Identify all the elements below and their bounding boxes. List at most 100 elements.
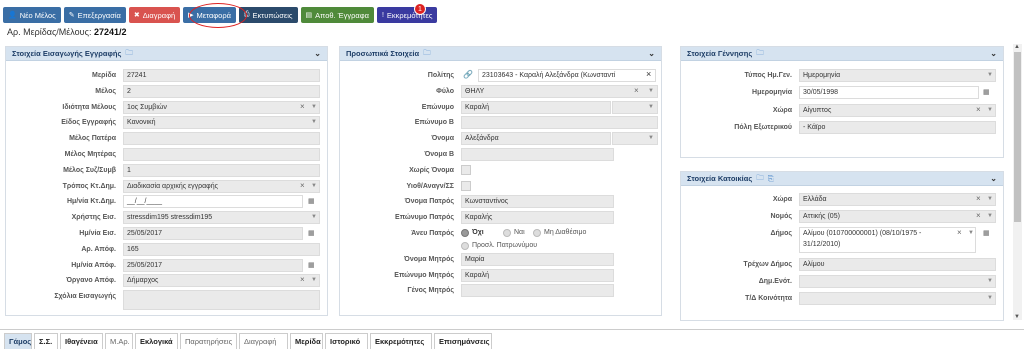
tab-10[interactable]: Επισημάνσεις	[434, 333, 492, 349]
link-icon[interactable]: 🔗	[463, 70, 473, 79]
clear-icon[interactable]: ×	[300, 102, 305, 111]
radio-button[interactable]	[461, 242, 469, 250]
field-value[interactable]: 27241	[123, 69, 320, 82]
tab-9[interactable]: Εκκρεμότητες	[370, 333, 432, 349]
caret-down-icon[interactable]: ▼	[987, 295, 993, 301]
field-value[interactable]: Καραλή	[461, 268, 614, 282]
field-value[interactable]: Αλίμου	[799, 258, 996, 271]
tab-8[interactable]: Ιστορικό	[325, 333, 368, 349]
field-value[interactable]: 25/05/2017	[123, 258, 303, 272]
saved-documents-button[interactable]: ▤ Αποθ. Έγγραφα	[300, 7, 374, 23]
caret-down-icon[interactable]: ▼	[968, 230, 974, 236]
chevron-down-icon[interactable]: ⌄	[648, 49, 655, 58]
field-value[interactable]: 165	[123, 242, 320, 256]
field-value[interactable]	[461, 116, 658, 130]
caret-down-icon[interactable]: ▼	[987, 196, 993, 202]
field-value[interactable]: stressdim195 stressdim195	[123, 211, 320, 225]
field-value[interactable]: 23103643 - Καραλή Αλεξάνδρα (Κωνσταντί	[478, 69, 656, 82]
field-value[interactable]: Κανονική	[123, 116, 320, 130]
caret-down-icon[interactable]: ▼	[311, 277, 317, 283]
field-value[interactable]	[461, 148, 614, 161]
caret-down-icon[interactable]: ▼	[311, 214, 317, 220]
radio-button[interactable]	[533, 229, 541, 237]
calendar-icon[interactable]: ▦	[308, 229, 315, 237]
field-value[interactable]: Κωνσταντίνος	[461, 195, 614, 209]
field-value[interactable]	[123, 148, 320, 161]
chevron-down-icon[interactable]: ⌄	[314, 49, 321, 58]
prints-button[interactable]: ⎙ Εκτυπώσεις	[238, 7, 298, 23]
tab-6[interactable]: Διαγραφή	[239, 333, 288, 349]
clear-icon[interactable]: ×	[976, 105, 981, 114]
clear-icon[interactable]: ×	[300, 181, 305, 190]
tab-7[interactable]: Μερίδα	[290, 333, 323, 349]
calendar-icon[interactable]: ▦	[308, 197, 315, 205]
tab-2[interactable]: Ιθαγένεια	[60, 333, 103, 349]
clear-icon[interactable]: ×	[646, 69, 651, 79]
clear-icon[interactable]: ×	[976, 211, 981, 220]
checkbox[interactable]	[461, 164, 471, 175]
field-value[interactable]: Καραλής	[461, 211, 614, 225]
field-value[interactable]: Ημερομηνία	[799, 69, 996, 82]
caret-down-icon[interactable]: ▼	[648, 135, 654, 141]
chevron-down-icon[interactable]: ⌄	[990, 49, 997, 58]
field-value[interactable]: __/__/____	[123, 195, 303, 209]
field-value[interactable]: Καραλή	[461, 100, 611, 114]
field-value[interactable]: 1ος Συμβιών	[123, 100, 320, 114]
field-value[interactable]: 2	[123, 84, 320, 98]
clear-icon[interactable]: ×	[976, 194, 981, 203]
field-value[interactable]: Δήμαρχος	[123, 274, 320, 288]
field-value[interactable]	[123, 132, 320, 146]
calendar-icon[interactable]: ▦	[983, 88, 990, 96]
radio-button[interactable]	[503, 229, 511, 237]
registration-panel-header[interactable]: Στοιχεία Εισαγωγής Εγγραφής 🗀 ⌄	[6, 47, 327, 61]
field-value[interactable]: Διαδικασία αρχικής εγγραφής	[123, 179, 320, 193]
field-value[interactable]: 25/05/2017	[123, 227, 303, 240]
tab-1[interactable]: Σ.Σ.	[34, 333, 58, 349]
field-value[interactable]: Αίγυπτος	[799, 103, 996, 117]
tab-5[interactable]: Παρατηρήσεις	[180, 333, 237, 349]
residence-panel-header[interactable]: Στοιχεία Κατοικίας 🗀 ⎘ ⌄	[681, 172, 1003, 186]
field-value[interactable]	[123, 290, 320, 311]
scrollbar[interactable]: ▲ ▼	[1013, 44, 1022, 320]
edit-button[interactable]: ✎ Επεξεργασία	[63, 7, 126, 23]
field-value[interactable]: 1	[123, 163, 320, 177]
tab-4[interactable]: Εκλογικά	[135, 333, 178, 349]
caret-down-icon[interactable]: ▼	[987, 213, 993, 219]
field-value[interactable]: Αλεξάνδρα	[461, 132, 611, 146]
radio-button[interactable]	[461, 229, 469, 237]
delete-button[interactable]: ✖ Διαγραφή	[128, 7, 181, 23]
field-value[interactable]: Αλίμου (010700000001) (08/10/1975 - 31/12…	[799, 227, 976, 253]
caret-down-icon[interactable]: ▼	[648, 88, 654, 94]
caret-down-icon[interactable]: ▼	[987, 72, 993, 78]
personal-panel-header[interactable]: Προσωπικά Στοιχεία 🗀 ⌄	[340, 47, 661, 61]
tab-0[interactable]: Γάμος	[4, 333, 32, 349]
caret-down-icon[interactable]: ▼	[987, 107, 993, 113]
clear-icon[interactable]: ×	[300, 275, 305, 284]
scroll-up-icon[interactable]: ▲	[1014, 44, 1020, 50]
scroll-thumb[interactable]	[1014, 52, 1021, 222]
birth-panel-header[interactable]: Στοιχεία Γέννησης 🗀 ⌄	[681, 47, 1003, 61]
field-value[interactable]: Αττικής (05)	[799, 210, 996, 223]
field-value[interactable]	[799, 275, 996, 288]
caret-down-icon[interactable]: ▼	[648, 104, 654, 110]
copy-icon[interactable]: ⎘	[768, 174, 774, 184]
info-icon[interactable]: ▦	[983, 229, 990, 237]
caret-down-icon[interactable]: ▼	[311, 183, 317, 189]
field-value[interactable]: 30/05/1998	[799, 86, 979, 100]
field-value[interactable]	[461, 284, 614, 298]
tab-3[interactable]: Μ.Αρ.	[105, 333, 133, 349]
caret-down-icon[interactable]: ▼	[987, 278, 993, 284]
clear-icon[interactable]: ×	[634, 86, 639, 95]
caret-down-icon[interactable]: ▼	[311, 104, 317, 110]
field-value[interactable]: Ελλάδα	[799, 193, 996, 206]
field-value[interactable]: Μαρία	[461, 252, 614, 266]
calendar-icon[interactable]: ▦	[308, 261, 315, 269]
chevron-down-icon[interactable]: ⌄	[990, 174, 997, 183]
field-value[interactable]: - Κάϊρο	[799, 120, 996, 134]
field-value[interactable]	[799, 292, 996, 305]
new-member-button[interactable]: 👤 Νέο Μέλος	[3, 7, 61, 23]
caret-down-icon[interactable]: ▼	[311, 119, 317, 125]
checkbox[interactable]	[461, 180, 471, 191]
pending-button[interactable]: ! Εκκρεμότητες	[376, 7, 438, 23]
scroll-down-icon[interactable]: ▼	[1014, 314, 1020, 320]
